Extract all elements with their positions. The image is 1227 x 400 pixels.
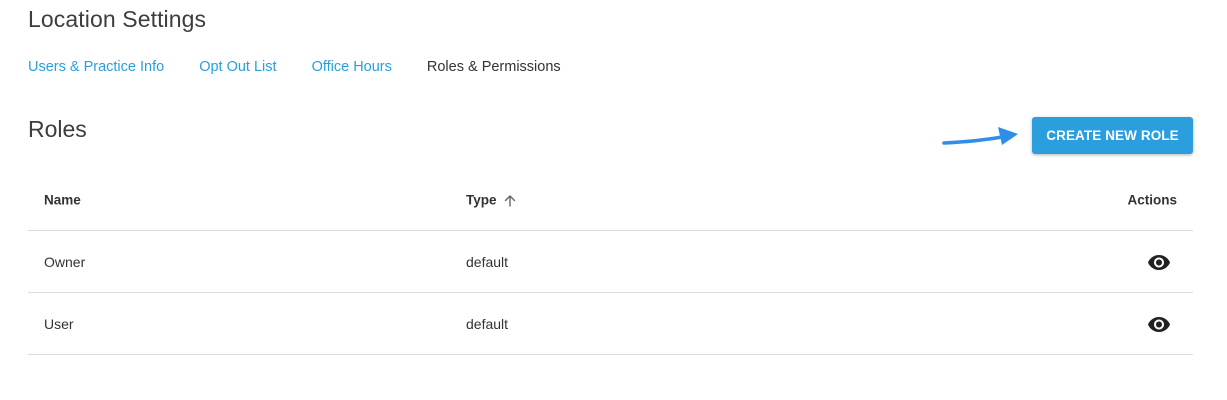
table-row: Owner default <box>28 231 1193 293</box>
arrow-up-icon[interactable] <box>503 193 517 207</box>
roles-section-title: Roles <box>28 116 87 142</box>
tab-roles-permissions[interactable]: Roles & Permissions <box>427 59 561 75</box>
location-settings-page: Location Settings Users & Practice Info … <box>0 0 1227 400</box>
page-title: Location Settings <box>28 6 207 32</box>
table-row: User default <box>28 293 1193 355</box>
create-new-role-button[interactable]: CREATE NEW ROLE <box>1032 117 1193 154</box>
role-name-cell: User <box>44 315 74 332</box>
settings-tabs: Users & Practice Info Opt Out List Offic… <box>28 59 561 75</box>
roles-table: Name Type Actions Owner default User def… <box>28 170 1193 355</box>
tab-opt-out-list[interactable]: Opt Out List <box>199 59 276 75</box>
column-header-type-label: Type <box>466 192 497 208</box>
view-role-button[interactable] <box>1147 250 1171 274</box>
role-type-cell: default <box>466 253 509 270</box>
tab-office-hours[interactable]: Office Hours <box>312 59 392 75</box>
column-header-name[interactable]: Name <box>44 193 81 208</box>
eye-icon[interactable] <box>1147 312 1171 336</box>
role-name-cell: Owner <box>44 253 86 270</box>
column-header-actions: Actions <box>1127 192 1177 208</box>
table-header-row: Name Type Actions <box>28 170 1193 231</box>
tab-users-practice-info[interactable]: Users & Practice Info <box>28 59 164 75</box>
eye-icon[interactable] <box>1147 250 1171 274</box>
column-header-type[interactable]: Type <box>466 193 517 208</box>
role-type-cell: default <box>466 315 509 332</box>
view-role-button[interactable] <box>1147 312 1171 336</box>
pointer-arrow-icon <box>942 127 1018 145</box>
